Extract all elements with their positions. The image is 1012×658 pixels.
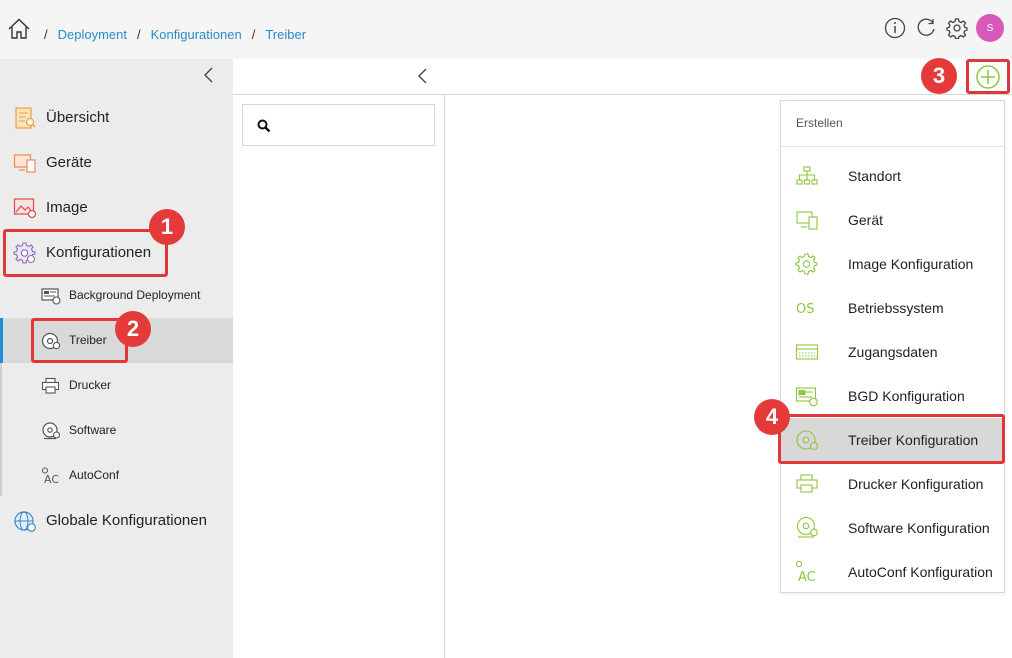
sidebar-subitem-autoconf[interactable]: AC AutoConf	[0, 453, 233, 498]
menu-item-label: AutoConf Konfiguration	[848, 564, 993, 580]
menu-item-zugangsdaten[interactable]: Zugangsdaten	[781, 330, 1004, 374]
create-dropdown-menu: Erstellen Standort Gerät Image Konfigura…	[780, 100, 1005, 593]
sidebar-subitem-label: Software	[69, 423, 117, 437]
breadcrumb-deployment[interactable]: Deployment	[58, 27, 127, 42]
sidebar-item-label: Übersicht	[46, 109, 110, 126]
search-icon	[257, 119, 271, 133]
sidebar-subitem-software[interactable]: Software	[0, 408, 233, 453]
sidebar-subitem-label: Background Deployment	[69, 288, 201, 302]
menu-item-software-konfiguration[interactable]: Software Konfiguration	[781, 506, 1004, 550]
device-icon	[796, 211, 818, 230]
menu-item-geraet[interactable]: Gerät	[781, 198, 1004, 242]
callout-highlight-konfigurationen	[3, 229, 168, 277]
svg-text:OS: OS	[796, 302, 814, 317]
menu-item-drucker-konfiguration[interactable]: Drucker Konfiguration	[781, 462, 1004, 506]
menu-item-label: Software Konfiguration	[848, 520, 990, 536]
sidebar-item-image[interactable]: Image	[0, 185, 233, 230]
menu-item-image-konfiguration[interactable]: Image Konfiguration	[781, 242, 1004, 286]
menu-item-label: Drucker Konfiguration	[848, 476, 984, 492]
sidebar-subitem-background-deployment[interactable]: Background Deployment	[0, 273, 233, 318]
home-icon[interactable]	[7, 17, 31, 41]
image-icon	[13, 197, 37, 218]
user-avatar[interactable]: S	[976, 14, 1004, 42]
info-icon[interactable]	[883, 16, 907, 40]
sidebar-item-globale-konfigurationen[interactable]: Globale Konfigurationen	[0, 498, 233, 543]
printer-icon	[41, 377, 60, 394]
breadcrumb-treiber[interactable]: Treiber	[265, 27, 306, 42]
menu-item-label: Gerät	[848, 212, 884, 228]
breadcrumb: / Deployment / Konfigurationen / Treiber	[40, 27, 312, 42]
chevron-left-icon[interactable]	[202, 67, 216, 83]
add-button[interactable]	[966, 59, 1010, 94]
callout-number-1: 1	[149, 209, 185, 245]
sidebar-item-uebersicht[interactable]: Übersicht	[0, 95, 233, 140]
top-icons: S	[883, 14, 1004, 42]
dropdown-header: Erstellen	[796, 116, 843, 130]
sidebar-item-geraete[interactable]: Geräte	[0, 140, 233, 185]
svg-text:AC: AC	[798, 570, 816, 584]
software-config-icon	[796, 516, 818, 538]
background-deployment-icon	[41, 288, 61, 305]
content-toolbar	[233, 59, 1012, 95]
menu-item-label: Betriebssystem	[848, 300, 944, 316]
sidebar-item-label: Geräte	[46, 154, 92, 171]
menu-item-label: BGD Konfiguration	[848, 388, 965, 404]
autoconf-config-icon: AC	[795, 560, 816, 584]
printer-config-icon	[796, 474, 818, 493]
list-panel	[233, 95, 445, 658]
callout-number-3: 3	[921, 58, 957, 94]
search-input[interactable]	[242, 104, 435, 146]
breadcrumb-separator: /	[251, 27, 256, 42]
autoconf-icon: AC	[42, 467, 59, 485]
devices-icon	[13, 153, 36, 173]
menu-item-label: Standort	[848, 168, 901, 184]
callout-highlight-treiber	[31, 318, 128, 363]
settings-gear-icon[interactable]	[945, 16, 969, 40]
sidebar-item-label: Image	[46, 199, 88, 216]
svg-text:AC: AC	[44, 473, 59, 485]
menu-item-label: Zugangsdaten	[848, 344, 938, 360]
credentials-icon	[795, 344, 819, 360]
os-icon: OS	[796, 302, 814, 317]
dropdown-divider	[781, 146, 1004, 147]
callout-number-4: 4	[754, 399, 790, 435]
plus-circle-icon	[976, 64, 1000, 89]
menu-item-bgd-konfiguration[interactable]: BGD Konfiguration	[781, 374, 1004, 418]
sidebar-subitem-label: AutoConf	[69, 468, 120, 482]
menu-item-standort[interactable]: Standort	[781, 154, 1004, 198]
top-bar: / Deployment / Konfigurationen / Treiber…	[0, 0, 1012, 59]
image-config-icon	[795, 253, 818, 275]
overview-icon	[15, 106, 36, 129]
sidebar-item-label: Globale Konfigurationen	[46, 512, 207, 529]
callout-highlight-treiber-konfiguration	[778, 414, 1005, 464]
global-config-icon	[14, 510, 36, 532]
menu-item-betriebssystem[interactable]: OS Betriebssystem	[781, 286, 1004, 330]
chevron-left-icon[interactable]	[416, 68, 430, 84]
breadcrumb-separator: /	[44, 27, 48, 42]
breadcrumb-separator: /	[137, 27, 141, 42]
menu-item-label: Image Konfiguration	[848, 256, 974, 272]
callout-number-2: 2	[115, 311, 151, 347]
sidebar-subitem-label: Drucker	[69, 378, 112, 392]
sidebar-subitem-drucker[interactable]: Drucker	[0, 363, 233, 408]
refresh-icon[interactable]	[914, 16, 938, 40]
bgd-config-icon	[795, 387, 818, 407]
menu-item-autoconf-konfiguration[interactable]: AC AutoConf Konfiguration	[781, 550, 1004, 594]
software-disc-icon	[42, 422, 61, 440]
breadcrumb-konfigurationen[interactable]: Konfigurationen	[151, 27, 242, 42]
location-tree-icon	[796, 166, 818, 185]
